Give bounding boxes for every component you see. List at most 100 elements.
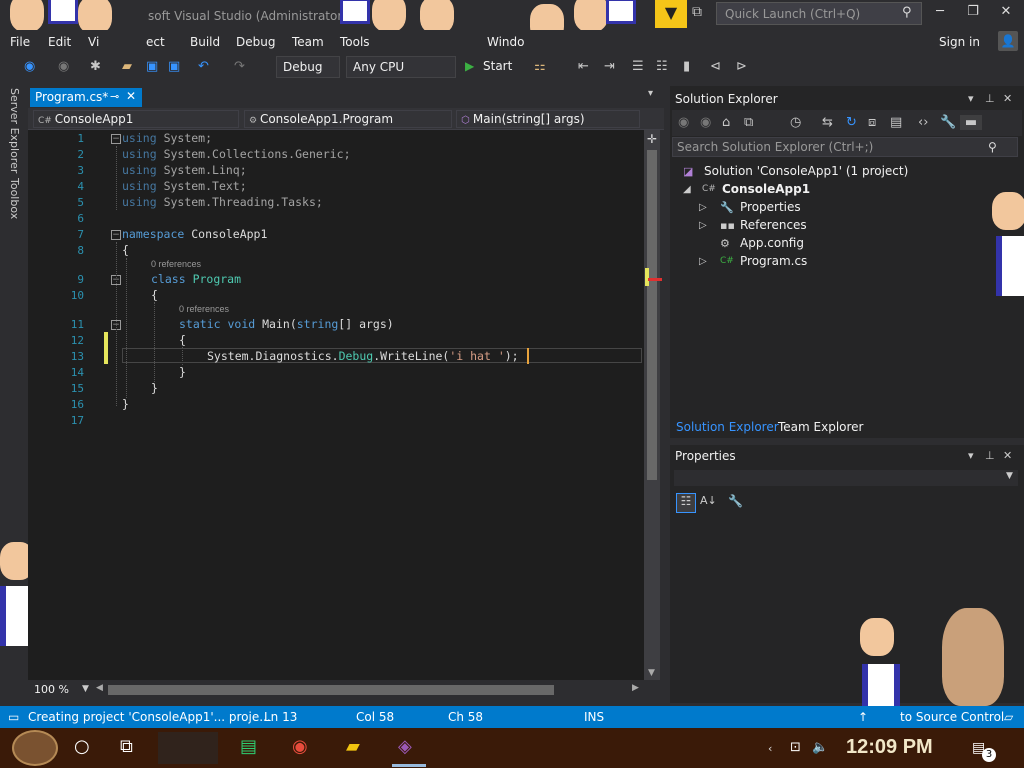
step-into-icon[interactable]: ⇥ [604,59,615,74]
visual-studio-icon[interactable]: ◈ [398,736,412,757]
open-file-icon[interactable]: ▰ [122,59,132,74]
menu-window[interactable]: Windo [487,35,525,49]
forward-icon[interactable]: ◉ [700,115,711,130]
code-lens-references[interactable]: 0 references [151,259,201,269]
maximize-icon[interactable]: ❐ [958,4,988,19]
scroll-right-icon[interactable]: ▶ [632,683,639,693]
server-explorer-tab[interactable]: Server Explorer [8,88,21,173]
feedback-icon[interactable]: ▼ [655,0,687,28]
browser-link-icon[interactable]: ⚏ [534,59,546,74]
tree-item-solution[interactable]: Solution 'ConsoleApp1' (1 project) [704,164,908,178]
tree-item-references[interactable]: References [740,218,807,232]
collapsed-arrow-icon[interactable]: ▷ [699,202,707,213]
back-icon[interactable]: ◉ [24,59,35,74]
object-selector[interactable] [674,470,1018,486]
collapse-icon[interactable]: − [111,134,121,144]
platform-select[interactable]: Any CPU [346,56,456,78]
menu-edit[interactable]: Edit [48,35,71,49]
project-nav-dropdown[interactable]: C# ConsoleApp1 [33,110,239,128]
tree-item-program-cs[interactable]: Program.cs [740,254,807,268]
tab-program-cs[interactable]: Program.cs* ⊸ ✕ [30,88,142,107]
start-button[interactable]: Start [483,59,512,73]
pin-icon[interactable]: ⊥ [985,92,995,105]
pane-menu-icon[interactable]: ▾ [968,449,974,462]
quick-launch-input[interactable]: Quick Launch (Ctrl+Q) [716,2,922,25]
toolbox-tab[interactable]: Toolbox [8,178,21,219]
split-icon[interactable]: ✛ [647,132,657,146]
view-code-icon[interactable]: ‹› [918,115,928,130]
search-icon[interactable]: ⚲ [988,140,997,154]
redo-icon[interactable]: ↷ [234,59,245,74]
class-nav-dropdown[interactable]: ⚙ ConsoleApp1.Program [244,110,452,128]
new-project-icon[interactable]: ✱ [90,59,101,74]
collapsed-arrow-icon[interactable]: ▷ [699,220,707,231]
configuration-select[interactable]: Debug [276,56,340,78]
show-all-files-icon[interactable]: ▤ [890,115,902,130]
tab-team-explorer[interactable]: Team Explorer [778,420,864,434]
pin-icon[interactable]: ⊥ [985,449,995,462]
account-icon[interactable]: 👤 [998,31,1018,51]
menu-project[interactable]: ect [146,35,165,49]
search-icon[interactable]: ⚲ [902,5,912,20]
horizontal-scrollbar[interactable] [108,685,554,695]
code-lens-references[interactable]: 0 references [179,304,229,314]
undo-icon[interactable]: ↶ [198,59,209,74]
close-icon[interactable]: ✕ [1003,449,1012,462]
sign-in-link[interactable]: Sign in [939,35,980,49]
forward-icon[interactable]: ◉ [58,59,69,74]
collapse-icon[interactable]: − [111,230,121,240]
categorized-icon[interactable]: ☷ [676,493,696,513]
collapse-all-icon[interactable]: ⧈ [868,115,876,130]
sticky-notes-icon[interactable]: ▤ [240,736,257,757]
menu-tools[interactable]: Tools [340,35,370,49]
bookmark-next-icon[interactable]: ⊳ [736,59,747,74]
solution-search-input[interactable]: Search Solution Explorer (Ctrl+;) [672,137,1018,157]
pending-changes-icon[interactable]: ◷ [790,115,801,130]
clock[interactable]: 12:09 PM [846,736,933,759]
zoom-level[interactable]: 100 % [34,683,69,696]
step-icon[interactable]: ⇤ [578,59,589,74]
expanded-arrow-icon[interactable]: ◢ [683,184,691,195]
sync-icon[interactable]: ⇆ [822,115,833,130]
collapsed-arrow-icon[interactable]: ▷ [699,256,707,267]
chrome-icon[interactable]: ◉ [292,736,308,757]
alphabetical-icon[interactable]: A↓ [700,494,717,507]
add-to-source-control[interactable]: to Source Control [900,710,1004,724]
upload-icon[interactable]: ↑ [858,710,868,724]
preview-icon[interactable]: ▬ [960,115,982,130]
cortana-icon[interactable]: ○ [74,736,90,757]
close-icon[interactable]: ✕ [1003,92,1012,105]
save-all-icon[interactable]: ▣ [168,59,180,74]
properties-wrench-icon[interactable]: 🔧 [940,115,956,130]
close-icon[interactable]: ✕ [991,4,1021,19]
menu-build[interactable]: Build [190,35,220,49]
home-icon[interactable]: ⌂ [722,115,730,130]
member-nav-dropdown[interactable]: ⬡ Main(string[] args) [456,110,640,128]
uncomment-icon[interactable]: ☷ [656,59,668,74]
network-icon[interactable]: ⊡ [790,740,801,755]
pin-icon[interactable]: ⊸ [110,90,119,103]
scroll-down-icon[interactable]: ▼ [648,668,655,678]
menu-view[interactable]: Vi [88,35,99,49]
comment-icon[interactable]: ☰ [632,59,644,74]
tree-item-app-config[interactable]: App.config [740,236,804,250]
minimize-icon[interactable]: ─ [925,4,955,19]
tab-solution-explorer[interactable]: Solution Explorer [676,420,779,434]
tree-item-project[interactable]: ConsoleApp1 [722,182,810,196]
task-view-icon[interactable]: ⧉ [120,736,133,757]
menu-file[interactable]: File [10,35,30,49]
scroll-left-icon[interactable]: ◀ [96,683,103,693]
tab-dropdown-icon[interactable]: ▾ [648,88,653,99]
back-icon[interactable]: ◉ [678,115,689,130]
refresh-icon[interactable]: ↻ [846,115,857,130]
switch-views-icon[interactable]: ⧉ [744,115,753,130]
pane-menu-icon[interactable]: ▾ [968,92,974,105]
bookmark-prev-icon[interactable]: ⊲ [710,59,721,74]
start-menu-icon[interactable] [12,730,58,766]
show-hidden-icons[interactable]: ‹ [768,742,772,755]
menu-team[interactable]: Team [292,35,324,49]
property-pages-icon[interactable]: 🔧 [728,494,743,508]
tree-item-properties[interactable]: Properties [740,200,801,214]
status-notification-icon[interactable]: ▱ [1004,710,1013,724]
notifications-icon[interactable]: ⧉ [692,4,702,20]
